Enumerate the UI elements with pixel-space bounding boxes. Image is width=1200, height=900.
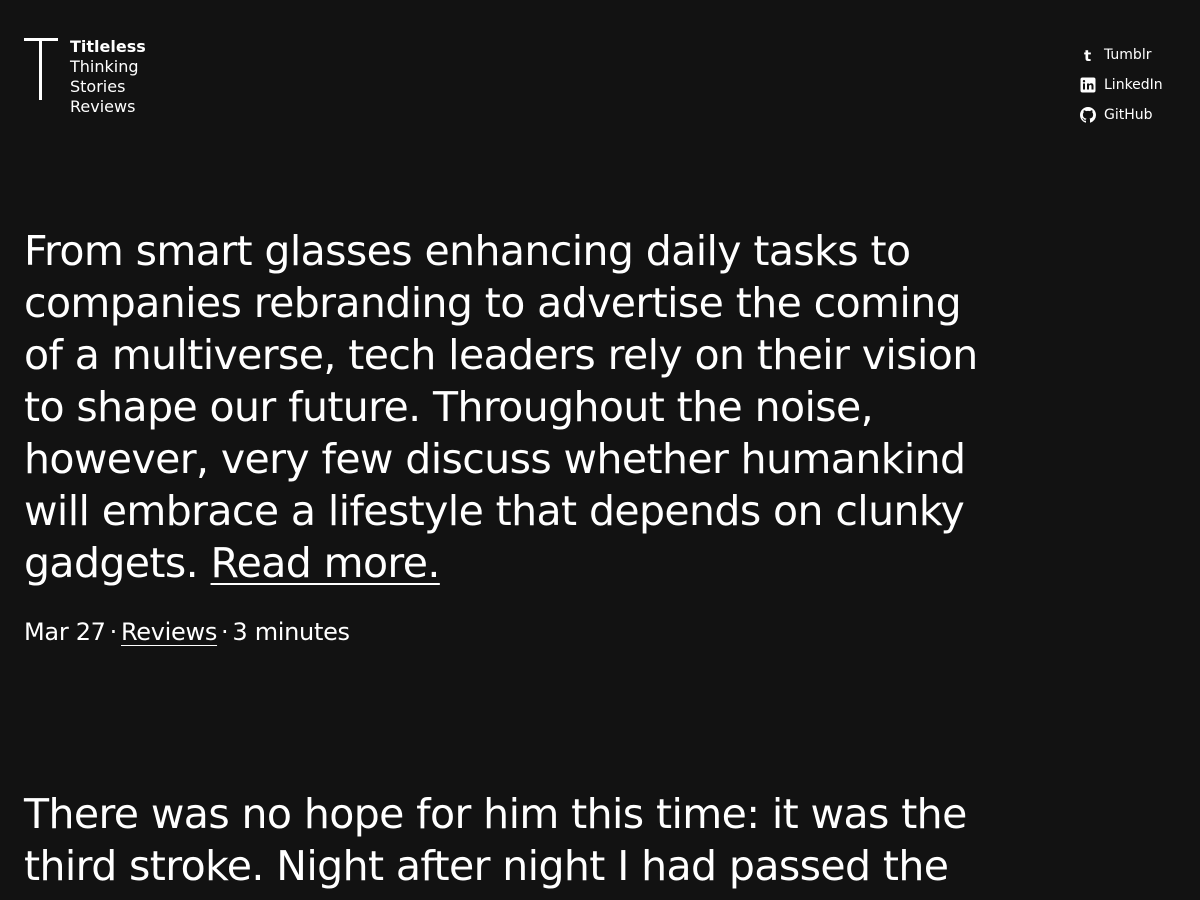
post-category-link[interactable]: Reviews xyxy=(121,618,217,646)
site-title-link[interactable]: Titleless xyxy=(70,37,146,57)
svg-text:t: t xyxy=(1084,47,1091,63)
read-more-link[interactable]: Read more. xyxy=(211,539,441,587)
social-link-github[interactable]: GitHub xyxy=(1080,100,1163,130)
social-label-github: GitHub xyxy=(1104,107,1153,123)
nav-link-stories[interactable]: Stories xyxy=(70,77,146,97)
post-card: There was no hope for him this time: it … xyxy=(24,788,984,892)
post-date: Mar 27 xyxy=(24,618,106,646)
post-meta: Mar 27 · Reviews · 3 minutes xyxy=(24,617,984,647)
post-reading-time: 3 minutes xyxy=(232,618,350,646)
site-nav: Titleless Thinking Stories Reviews xyxy=(70,37,146,117)
nav-link-thinking[interactable]: Thinking xyxy=(70,57,146,77)
social-link-linkedin[interactable]: LinkedIn xyxy=(1080,70,1163,100)
tumblr-icon: t xyxy=(1080,47,1096,63)
social-label-linkedin: LinkedIn xyxy=(1104,77,1163,93)
post-excerpt-text: From smart glasses enhancing daily tasks… xyxy=(24,227,978,587)
social-links: t Tumblr LinkedIn GitHub xyxy=(1080,40,1163,130)
meta-separator: · xyxy=(221,618,229,646)
social-label-tumblr: Tumblr xyxy=(1104,47,1152,63)
linkedin-icon xyxy=(1080,77,1096,93)
meta-separator: · xyxy=(109,618,118,646)
post-excerpt-text: There was no hope for him this time: it … xyxy=(24,790,967,890)
site-logo[interactable] xyxy=(24,38,58,102)
nav-link-reviews[interactable]: Reviews xyxy=(70,97,146,117)
github-icon xyxy=(1080,107,1096,123)
post-card: From smart glasses enhancing daily tasks… xyxy=(24,225,984,647)
post-excerpt: From smart glasses enhancing daily tasks… xyxy=(24,225,984,589)
post-excerpt: There was no hope for him this time: it … xyxy=(24,788,984,892)
social-link-tumblr[interactable]: t Tumblr xyxy=(1080,40,1163,70)
logo-stem xyxy=(39,38,42,100)
